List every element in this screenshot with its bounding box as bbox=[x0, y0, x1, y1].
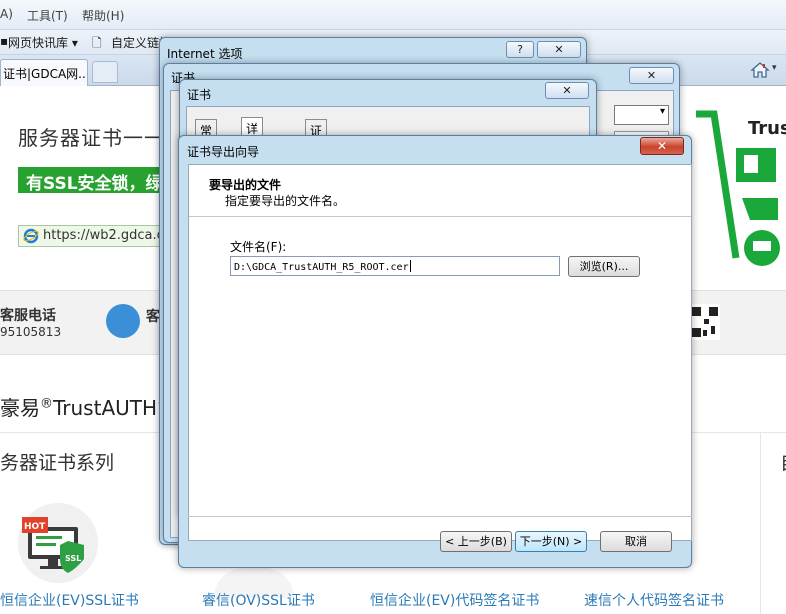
help-button[interactable]: ? bbox=[506, 41, 534, 58]
purpose-dropdown[interactable]: ▾ bbox=[614, 105, 669, 125]
series-title-right: 自 bbox=[780, 448, 786, 475]
wizard-body: 要导出的文件 指定要导出的文件名。 文件名(F): D:\GDCA_TrustA… bbox=[188, 164, 692, 541]
text-caret bbox=[409, 260, 411, 272]
product-link-ev-codesign[interactable]: 恒信企业(EV)代码签名证书 bbox=[370, 590, 539, 610]
wizard-subheading: 指定要导出的文件名。 bbox=[225, 194, 346, 208]
brand-line: 豪易®TrustAUTH®i bbox=[0, 392, 176, 421]
contact-service-label: 客 bbox=[146, 309, 160, 325]
page-icon: 🗋 bbox=[92, 36, 102, 50]
export-wizard-title: 证书导出向导 bbox=[187, 145, 260, 159]
wizard-header: 要导出的文件 指定要导出的文件名。 bbox=[189, 165, 691, 217]
cancel-button[interactable]: 取消 bbox=[600, 531, 672, 552]
export-wizard-window: 证书导出向导 ✕ 要导出的文件 指定要导出的文件名。 文件名(F): D:\GD… bbox=[178, 135, 692, 568]
menu-item-help[interactable]: 帮助(H) bbox=[82, 7, 124, 24]
browser-tab[interactable]: 证书|GDCA网... bbox=[0, 59, 88, 86]
internet-options-close-button[interactable]: ✕ bbox=[537, 41, 581, 58]
home-icon[interactable] bbox=[750, 60, 770, 80]
file-name-input[interactable]: D:\GDCA_TrustAUTH_R5_ROOT.cer bbox=[230, 256, 560, 276]
brand-prefix: 豪易 bbox=[0, 396, 40, 420]
certificate-close-button[interactable]: ✕ bbox=[545, 82, 589, 99]
product-link-personal-codesign[interactable]: 速信个人代码签名证书 bbox=[584, 590, 724, 610]
registered-mark: ® bbox=[40, 396, 53, 412]
file-name-value: D:\GDCA_TrustAUTH_R5_ROOT.cer bbox=[234, 262, 409, 273]
url-text: https://wb2.gdca.co bbox=[43, 228, 168, 243]
ssl-certificate-icon bbox=[22, 517, 84, 573]
ie-icon bbox=[23, 228, 39, 244]
series-title: 务器证书系列 bbox=[0, 452, 115, 474]
url-display: https://wb2.gdca.co bbox=[18, 225, 168, 247]
product-image-ev-ssl[interactable]: HOT SSL bbox=[18, 503, 98, 583]
wizard-footer-divider bbox=[188, 516, 692, 517]
certificate-title: 证书 bbox=[187, 88, 212, 102]
back-button[interactable]: < 上一步(B) bbox=[440, 531, 512, 552]
contact-label: 客服电话 bbox=[0, 308, 56, 324]
export-wizard-close-button[interactable]: ✕ bbox=[640, 137, 684, 155]
menu-bar: A) 工具(T) 帮助(H) bbox=[0, 0, 786, 30]
column-divider bbox=[760, 432, 761, 614]
next-button[interactable]: 下一步(N) > bbox=[515, 531, 587, 552]
internet-options-title: Internet 选项 bbox=[167, 47, 243, 61]
favorite-web-slice-gallery[interactable]: 网页快讯库 ▾ bbox=[8, 34, 78, 51]
new-tab-button[interactable] bbox=[92, 61, 118, 83]
home-dropdown-icon[interactable]: ▾ bbox=[772, 63, 777, 73]
browse-button[interactable]: 浏览(R)... bbox=[568, 256, 640, 277]
page-title: 服务器证书一一 bbox=[18, 126, 165, 150]
product-link-ov-ssl[interactable]: 睿信(OV)SSL证书 bbox=[202, 590, 315, 610]
wizard-heading: 要导出的文件 bbox=[209, 178, 282, 192]
contact-phone: 95105813 bbox=[0, 325, 62, 339]
dropdown-arrow-icon: ▾ bbox=[659, 106, 665, 117]
brand-name: TrustAUTH bbox=[53, 396, 158, 420]
cart-logo-text: Trus bbox=[748, 118, 786, 139]
qr-code-icon bbox=[690, 304, 720, 340]
certificates-close-button[interactable]: ✕ bbox=[629, 67, 674, 84]
file-name-label: 文件名(F): bbox=[230, 240, 287, 254]
menu-item-tools[interactable]: 工具(T) bbox=[27, 7, 68, 24]
web-slice-gallery-icon: ▪ bbox=[0, 34, 9, 48]
service-avatar-icon bbox=[106, 304, 140, 338]
hot-badge: HOT bbox=[24, 522, 46, 532]
product-link-ev-ssl[interactable]: 恒信企业(EV)SSL证书 bbox=[0, 590, 139, 610]
promo-banner: 有SSL安全锁，绿 bbox=[18, 167, 173, 193]
ssl-badge: SSL bbox=[65, 554, 82, 563]
menu-item-partial[interactable]: A) bbox=[0, 7, 13, 21]
